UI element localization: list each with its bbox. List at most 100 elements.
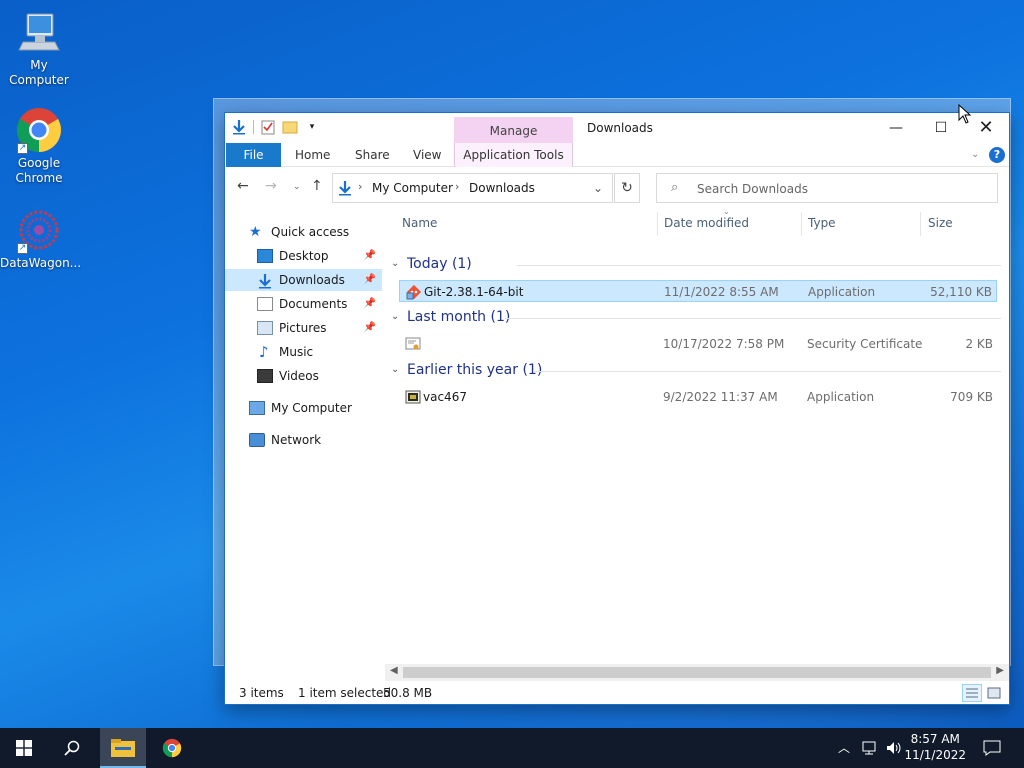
start-button[interactable]	[0, 728, 48, 768]
search-box[interactable]: ⌕ Search Downloads	[656, 173, 998, 203]
nav-item-videos[interactable]: Videos	[225, 365, 382, 387]
nav-item-pictures[interactable]: Pictures 📌	[225, 317, 382, 339]
taskbar-file-explorer[interactable]	[100, 728, 146, 768]
pin-icon: 📌	[363, 322, 376, 333]
nav-item-desktop[interactable]: Desktop 📌	[225, 245, 382, 267]
taskbar-google-chrome[interactable]	[150, 728, 194, 768]
column-header-size[interactable]: Size	[928, 216, 953, 230]
expand-ribbon-chevron-icon[interactable]: ⌄	[971, 143, 979, 167]
file-list: Name Date modified ⌄ Type Size ⌄ Today (…	[385, 207, 1001, 665]
pin-icon: 📌	[363, 298, 376, 309]
address-bar[interactable]: › My Computer › Downloads ⌄	[332, 173, 613, 203]
column-header-date-modified[interactable]: Date modified	[664, 216, 749, 230]
file-explorer-window[interactable]: ▾ Manage Downloads — ☐ ✕ File Home Share…	[224, 112, 1010, 705]
navigation-pane: ★ Quick access Desktop 📌 Downloads 📌 Doc…	[225, 219, 382, 665]
status-selected-size: 50.8 MB	[383, 686, 433, 700]
action-center-icon[interactable]	[983, 740, 1001, 756]
file-row-certificate[interactable]: 10/17/2022 7:58 PM Security Certificate …	[399, 333, 997, 355]
navigation-bar: ← → ⌄ ↑ › My Computer › Downloads ⌄ ↻ ⌕ …	[225, 168, 1009, 206]
datawagon-icon: ↗	[15, 206, 63, 254]
desktop-icon-my-computer[interactable]: My Computer	[0, 8, 78, 88]
recent-locations-chevron-icon[interactable]: ⌄	[293, 182, 301, 192]
address-dropdown-chevron-icon[interactable]: ⌄	[593, 181, 603, 195]
tab-file[interactable]: File	[226, 143, 281, 167]
up-button[interactable]: ↑	[311, 178, 323, 194]
desktop-icon-label: Google Chrome	[15, 156, 63, 185]
windows-logo-icon	[16, 740, 32, 756]
large-icons-view-button[interactable]	[984, 684, 1004, 702]
search-icon: ⌕	[671, 180, 679, 195]
file-name: Git-2.38.1-64-bit	[424, 285, 524, 299]
file-row-vac467[interactable]: vac467 9/2/2022 11:37 AM Application 709…	[399, 386, 997, 408]
scroll-left-arrow-icon[interactable]: ◀	[390, 665, 398, 676]
file-row-git[interactable]: Git-2.38.1-64-bit 11/1/2022 8:55 AM Appl…	[399, 280, 997, 302]
breadcrumb-separator-icon: ›	[455, 180, 460, 193]
shortcut-arrow-icon: ↗	[17, 143, 28, 154]
group-label: Today (1)	[407, 256, 472, 272]
desktop-icon-datawagon[interactable]: ↗ DataWagon...	[0, 206, 82, 271]
system-clock[interactable]: 8:57 AM 11/1/2022	[904, 731, 966, 763]
status-bar: 3 items 1 item selected 50.8 MB	[225, 682, 1009, 704]
file-date: 11/1/2022 8:55 AM	[664, 285, 779, 299]
nav-item-documents[interactable]: Documents 📌	[225, 293, 382, 315]
title-bar[interactable]: ▾ Manage Downloads — ☐ ✕	[225, 113, 1009, 143]
documents-icon	[257, 297, 273, 311]
refresh-button[interactable]: ↻	[614, 173, 640, 203]
application-icon	[405, 389, 421, 405]
properties-icon[interactable]	[260, 119, 276, 135]
group-divider	[533, 371, 1001, 372]
breadcrumb-downloads[interactable]: Downloads	[469, 181, 535, 195]
file-date: 9/2/2022 11:37 AM	[663, 390, 778, 404]
group-header-earlier-this-year[interactable]: ⌄ Earlier this year (1)	[391, 360, 1001, 382]
download-arrow-icon	[339, 181, 351, 196]
scroll-right-arrow-icon[interactable]: ▶	[996, 665, 1004, 676]
help-icon[interactable]: ?	[989, 147, 1005, 163]
star-icon: ★	[249, 224, 262, 240]
column-header-name[interactable]: Name	[402, 216, 437, 230]
file-type: Application	[808, 285, 876, 299]
nav-item-label: Documents	[279, 297, 348, 311]
nav-item-downloads[interactable]: Downloads 📌	[225, 269, 382, 291]
details-view-icon	[966, 688, 978, 698]
horizontal-scrollbar[interactable]: ◀ ▶	[385, 664, 1009, 681]
customize-toolbar-chevron-icon[interactable]: ▾	[304, 119, 320, 135]
ribbon-tabs: File Home Share View Application Tools ⌄…	[225, 143, 1009, 167]
desktop-icon-google-chrome[interactable]: ↗ Google Chrome	[0, 106, 78, 186]
tab-application-tools[interactable]: Application Tools	[454, 143, 573, 167]
scrollbar-thumb[interactable]	[403, 667, 991, 678]
new-folder-icon[interactable]	[282, 119, 298, 135]
nav-item-quick-access[interactable]: ★ Quick access	[225, 221, 382, 243]
mouse-cursor-icon	[958, 104, 972, 124]
tab-view[interactable]: View	[413, 143, 441, 167]
group-header-last-month[interactable]: ⌄ Last month (1)	[391, 307, 1001, 329]
nav-item-network[interactable]: Network	[225, 429, 382, 451]
details-view-button[interactable]	[962, 684, 982, 702]
group-label: Earlier this year (1)	[407, 362, 543, 378]
window-title: Downloads	[587, 121, 653, 135]
download-arrow-icon[interactable]	[231, 119, 247, 135]
show-hidden-icons-chevron-icon[interactable]: ︿	[838, 739, 850, 756]
videos-icon	[257, 369, 273, 383]
tab-manage[interactable]: Manage	[454, 117, 573, 143]
minimize-button[interactable]: —	[873, 113, 919, 143]
column-header-type[interactable]: Type	[808, 216, 836, 230]
forward-button[interactable]: →	[265, 178, 277, 194]
network-icon[interactable]	[862, 740, 880, 756]
group-header-today[interactable]: ⌄ Today (1)	[391, 254, 1001, 276]
volume-icon[interactable]	[886, 740, 904, 756]
music-note-icon: ♪	[259, 343, 269, 361]
network-icon	[249, 433, 265, 447]
desktop-icon-label: DataWagon...	[0, 256, 82, 270]
back-button[interactable]: ←	[237, 178, 249, 194]
chrome-icon	[162, 738, 182, 758]
git-installer-icon	[406, 284, 422, 300]
breadcrumb-my-computer[interactable]: My Computer	[372, 181, 453, 195]
group-divider	[517, 265, 1001, 266]
nav-item-my-computer[interactable]: My Computer	[225, 397, 382, 419]
group-label: Last month (1)	[407, 309, 511, 325]
nav-item-music[interactable]: ♪ Music	[225, 341, 382, 363]
tab-home[interactable]: Home	[295, 143, 330, 167]
tab-share[interactable]: Share	[355, 143, 390, 167]
search-button[interactable]	[48, 728, 96, 768]
breadcrumb-separator-icon: ›	[358, 180, 363, 193]
